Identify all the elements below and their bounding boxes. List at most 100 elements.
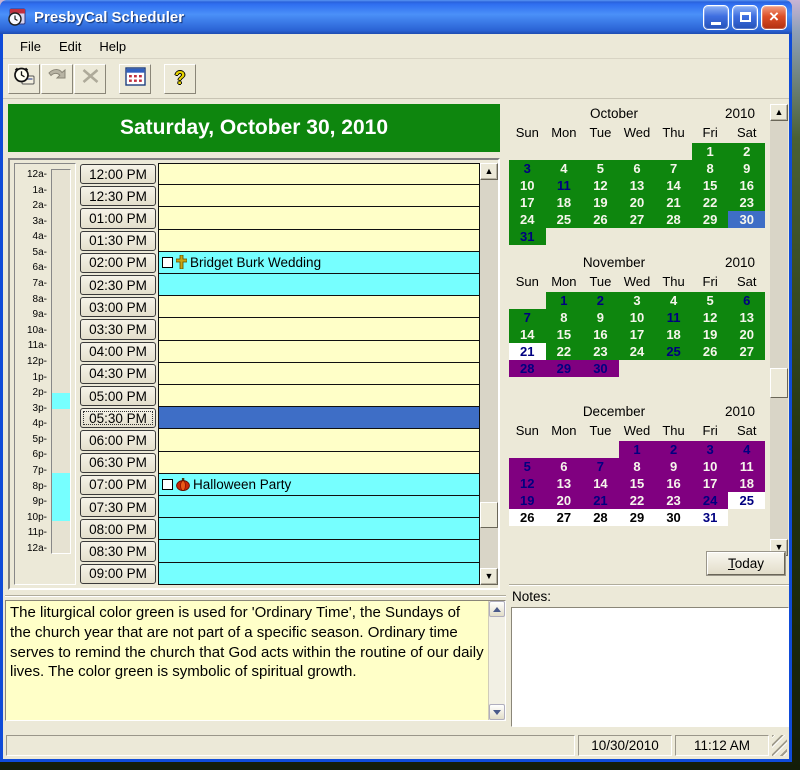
time-slot-button[interactable]: 01:00 PM — [80, 208, 156, 228]
calendar-day[interactable]: 21 — [582, 492, 619, 509]
calendar-day[interactable]: 26 — [582, 211, 619, 228]
calendar-day[interactable]: 19 — [582, 194, 619, 211]
calendar-day[interactable]: 24 — [692, 492, 729, 509]
calendar-day[interactable]: 19 — [509, 492, 546, 509]
calendar-day[interactable]: 2 — [728, 143, 765, 160]
time-slot-cell[interactable] — [158, 362, 480, 385]
time-slot-button[interactable]: 05:30 PM — [80, 408, 156, 428]
time-slot-cell[interactable] — [158, 517, 480, 540]
calendar-day[interactable]: 16 — [582, 326, 619, 343]
calendar-day[interactable]: 13 — [546, 475, 583, 492]
calendar-day[interactable]: 12 — [509, 475, 546, 492]
calendar-scrollbar[interactable]: ▲ ▼ — [770, 104, 788, 556]
calendar-day[interactable]: 3 — [692, 441, 729, 458]
time-slot-button[interactable]: 04:00 PM — [80, 342, 156, 362]
calendar-day[interactable]: 24 — [509, 211, 546, 228]
calendar-day[interactable]: 10 — [692, 458, 729, 475]
scroll-up-icon[interactable]: ▲ — [480, 163, 498, 180]
time-slot-cell[interactable] — [158, 539, 480, 562]
time-slot-cell[interactable] — [158, 206, 480, 229]
time-slot-cell[interactable] — [158, 340, 480, 363]
calendar-day[interactable]: 2 — [655, 441, 692, 458]
time-slot-cell[interactable] — [158, 384, 480, 407]
calendar-day[interactable]: 7 — [655, 160, 692, 177]
calendar-day[interactable]: 29 — [692, 211, 729, 228]
calendar-day[interactable]: 10 — [509, 177, 546, 194]
calendar-day[interactable]: 18 — [546, 194, 583, 211]
time-slot-button[interactable]: 06:30 PM — [80, 453, 156, 473]
calendar-day[interactable]: 4 — [546, 160, 583, 177]
calendar-day[interactable]: 14 — [582, 475, 619, 492]
calendar-day[interactable]: 15 — [546, 326, 583, 343]
calendar-day[interactable]: 22 — [692, 194, 729, 211]
calendar-day[interactable]: 28 — [655, 211, 692, 228]
time-slot-button[interactable]: 09:00 PM — [80, 564, 156, 584]
calendar-day[interactable]: 30 — [655, 509, 692, 526]
calendar-day[interactable]: 29 — [546, 360, 583, 377]
schedule-scrollbar[interactable]: ▲ ▼ — [480, 163, 498, 585]
calendar-day[interactable]: 6 — [728, 292, 765, 309]
minimize-button[interactable] — [703, 5, 729, 30]
calendar-day[interactable]: 6 — [619, 160, 656, 177]
time-slot-button[interactable]: 07:00 PM — [80, 475, 156, 495]
time-slot-button[interactable]: 03:30 PM — [80, 319, 156, 339]
calendar-day[interactable]: 16 — [655, 475, 692, 492]
calendar-day[interactable]: 7 — [509, 309, 546, 326]
calendar-day[interactable]: 5 — [582, 160, 619, 177]
calendar-day[interactable]: 31 — [692, 509, 729, 526]
calendar-day[interactable]: 19 — [692, 326, 729, 343]
calendar-day[interactable]: 25 — [655, 343, 692, 360]
calendar-day[interactable]: 26 — [509, 509, 546, 526]
time-slot-cell[interactable] — [158, 163, 480, 185]
calendar-day[interactable]: 9 — [582, 309, 619, 326]
calendar-day[interactable]: 23 — [655, 492, 692, 509]
calendar-day[interactable]: 23 — [582, 343, 619, 360]
calendar-day[interactable]: 1 — [546, 292, 583, 309]
calendar-day[interactable]: 5 — [509, 458, 546, 475]
time-slot-cell[interactable]: Halloween Party — [158, 473, 480, 496]
calendar-day[interactable]: 15 — [619, 475, 656, 492]
event-checkbox[interactable] — [162, 479, 173, 490]
calendar-day[interactable]: 27 — [546, 509, 583, 526]
time-slot-button[interactable]: 02:00 PM — [80, 253, 156, 273]
time-slot-button[interactable]: 07:30 PM — [80, 497, 156, 517]
scroll-down-icon[interactable] — [489, 704, 505, 720]
calendar-day[interactable]: 24 — [619, 343, 656, 360]
calendar-day[interactable]: 26 — [692, 343, 729, 360]
calendar-day[interactable]: 22 — [619, 492, 656, 509]
new-appointment-button[interactable] — [8, 64, 40, 94]
time-slot-cell[interactable] — [158, 495, 480, 518]
calendar-day[interactable]: 11 — [728, 458, 765, 475]
calendar-day[interactable]: 31 — [509, 228, 546, 245]
calendar-day[interactable]: 21 — [655, 194, 692, 211]
time-slot-cell[interactable] — [158, 229, 480, 252]
calendar-day[interactable]: 17 — [692, 475, 729, 492]
schedule-scroll-track[interactable] — [480, 180, 498, 568]
calendar-day[interactable]: 8 — [692, 160, 729, 177]
calendar-day[interactable]: 10 — [619, 309, 656, 326]
info-scrollbar[interactable] — [488, 601, 505, 720]
calendar-day[interactable]: 30 — [582, 360, 619, 377]
calendar-day[interactable]: 22 — [546, 343, 583, 360]
calendar-day[interactable]: 20 — [546, 492, 583, 509]
time-slot-cell[interactable] — [158, 273, 480, 296]
time-slot-button[interactable]: 12:30 PM — [80, 186, 156, 206]
calendar-day[interactable]: 18 — [655, 326, 692, 343]
calendar-day[interactable]: 2 — [582, 292, 619, 309]
time-slot-button[interactable]: 08:00 PM — [80, 519, 156, 539]
close-button[interactable]: × — [761, 5, 787, 30]
calendar-day[interactable]: 27 — [619, 211, 656, 228]
time-slot-cell[interactable] — [158, 317, 480, 340]
calendar-day[interactable]: 30 — [728, 211, 765, 228]
menu-file[interactable]: File — [11, 36, 50, 57]
time-slot-cell[interactable]: Bridget Burk Wedding — [158, 251, 480, 274]
calendar-day[interactable]: 17 — [619, 326, 656, 343]
calendar-day[interactable]: 12 — [692, 309, 729, 326]
calendar-day[interactable]: 3 — [509, 160, 546, 177]
calendar-scroll-thumb[interactable] — [770, 368, 788, 398]
time-slot-button[interactable]: 08:30 PM — [80, 541, 156, 561]
time-slot-cell[interactable] — [158, 562, 480, 585]
calendar-day[interactable]: 1 — [692, 143, 729, 160]
time-slot-cell[interactable] — [158, 184, 480, 207]
calendar-day[interactable]: 15 — [692, 177, 729, 194]
